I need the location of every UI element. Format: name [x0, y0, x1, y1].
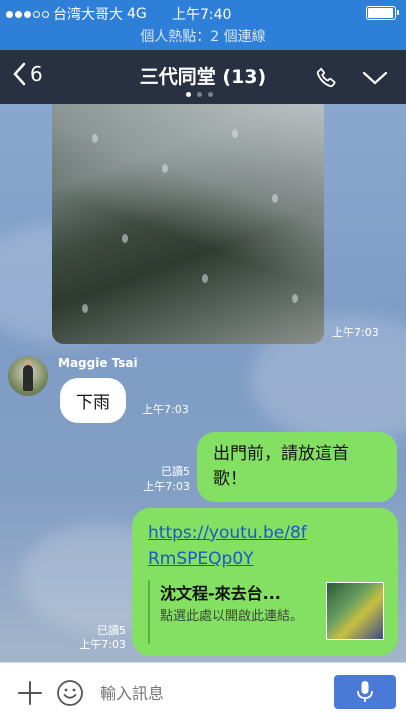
voice-button[interactable] [334, 675, 396, 709]
photo-timestamp: 上午7:03 [332, 326, 379, 339]
sender-name: Maggie Tsai [58, 356, 138, 370]
carrier-info: 台湾大哥大 4G [6, 4, 147, 24]
preview-description: 點選此處以開啟此連結。 [160, 609, 304, 624]
message-input-bar [0, 662, 406, 720]
photo-message[interactable] [52, 104, 324, 344]
emoji-icon[interactable] [56, 679, 84, 707]
status-bar: 台湾大哥大 4G 上午7:40 [0, 0, 406, 26]
incoming-timestamp: 上午7:03 [142, 403, 189, 416]
avatar[interactable] [8, 356, 48, 396]
signal-strength-icon [6, 10, 49, 18]
carrier-name: 台湾大哥大 [53, 7, 123, 23]
outgoing-timestamp: 上午7:03 [79, 638, 126, 651]
chat-header: 6 三代同堂 (13) [0, 50, 406, 104]
chat-title[interactable]: 三代同堂 (13) [0, 62, 406, 89]
microphone-icon [357, 681, 373, 702]
outgoing-timestamp: 上午7:03 [143, 480, 190, 493]
chevron-down-icon[interactable] [362, 70, 388, 86]
read-receipt: 已讀5 [161, 465, 190, 478]
plus-icon[interactable] [16, 679, 44, 707]
preview-title: 沈文程-來去台... [160, 584, 281, 603]
incoming-message-bubble[interactable]: 下雨 [60, 378, 126, 423]
youtube-link[interactable]: https://youtu.be/8fRmSPEQp0Y [148, 520, 318, 572]
status-time: 上午7:40 [172, 7, 232, 23]
hotspot-banner[interactable]: 個人熱點：2 個連線 [0, 26, 406, 50]
network-type: 4G [127, 6, 147, 22]
phone-icon[interactable] [314, 65, 340, 91]
preview-thumbnail [326, 582, 384, 640]
battery-icon [366, 6, 399, 20]
chat-area[interactable]: 上午7:03 Maggie Tsai 下雨 上午7:03 已讀5 上午7:03 … [0, 104, 406, 662]
read-receipt: 已讀5 [97, 624, 126, 637]
link-message-bubble[interactable]: https://youtu.be/8fRmSPEQp0Y 沈文程-來去台... … [132, 508, 398, 656]
link-preview-card[interactable]: 沈文程-來去台... 點選此處以開啟此連結。 [148, 580, 384, 644]
outgoing-message-bubble[interactable]: 出門前，請放這首歌！ [197, 432, 397, 502]
page-indicator [186, 92, 213, 97]
message-input[interactable] [100, 681, 320, 705]
